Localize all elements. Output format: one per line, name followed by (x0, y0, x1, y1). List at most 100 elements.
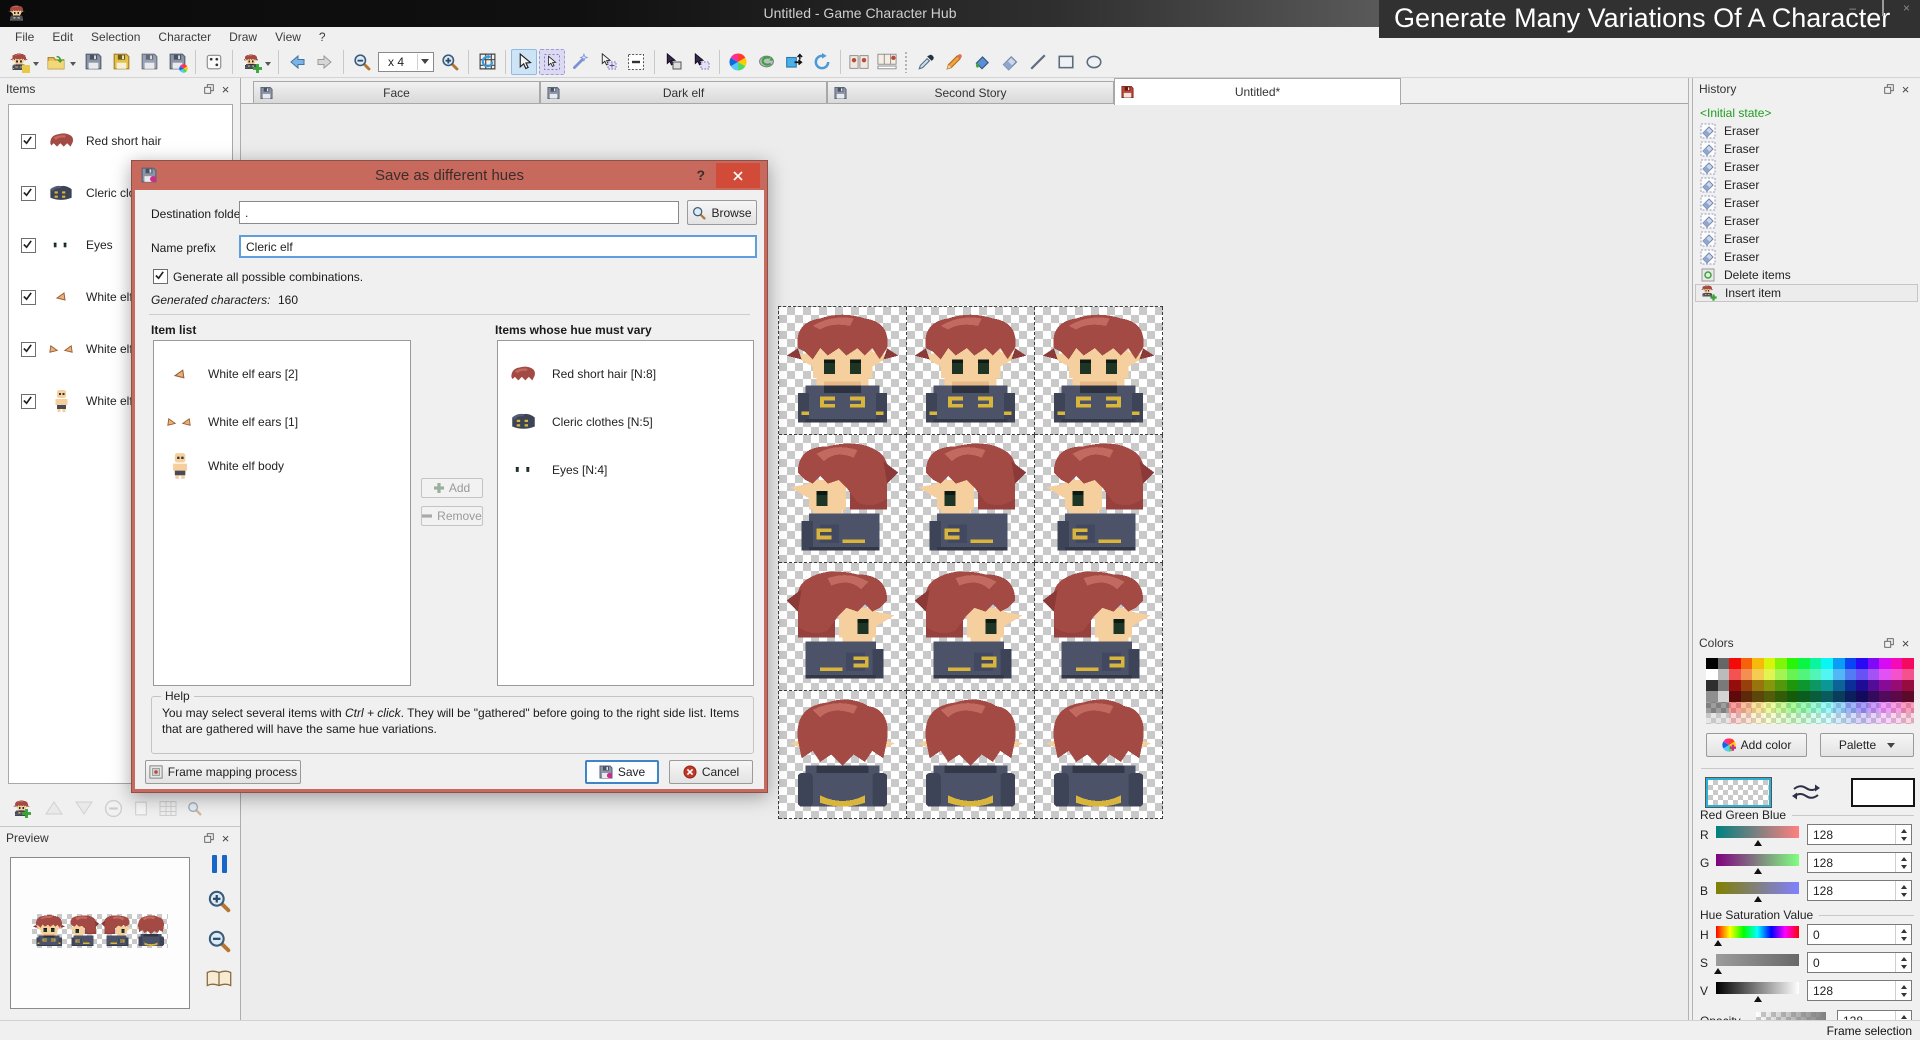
palette-color[interactable] (1891, 669, 1903, 680)
palette-color[interactable] (1787, 658, 1799, 669)
palette-color[interactable] (1810, 669, 1822, 680)
h-spinbox[interactable]: 0 (1807, 924, 1912, 945)
b-slider[interactable] (1716, 882, 1799, 894)
palette-color[interactable] (1902, 669, 1914, 680)
insert-dropdown-caret[interactable] (265, 62, 271, 69)
palette-color[interactable] (1845, 713, 1857, 724)
palette-color[interactable] (1764, 691, 1776, 702)
history-entry[interactable]: Eraser (1695, 194, 1918, 212)
tool-move-frame[interactable] (660, 49, 686, 75)
preview-zoom-in-button[interactable] (207, 889, 231, 913)
insert-item-button[interactable] (238, 49, 264, 75)
new-dropdown-caret[interactable] (33, 62, 39, 69)
browse-button[interactable]: Browse (687, 200, 757, 225)
menu-help[interactable]: ? (310, 30, 335, 44)
palette-color[interactable] (1833, 691, 1845, 702)
palette-color[interactable] (1775, 680, 1787, 691)
spin-down-icon[interactable] (1901, 837, 1907, 844)
palette-color[interactable] (1902, 702, 1914, 713)
palette-color[interactable] (1833, 658, 1845, 669)
move-up-button[interactable] (44, 800, 64, 816)
palette-color[interactable] (1856, 658, 1868, 669)
save-hues-button[interactable] (164, 49, 190, 75)
list-item[interactable]: White elf ears [2] (162, 355, 406, 393)
move-tool-button[interactable] (781, 49, 807, 75)
palette-color[interactable] (1718, 669, 1730, 680)
color-wheel-button[interactable] (725, 49, 751, 75)
palette-color[interactable] (1868, 669, 1880, 680)
palette-color[interactable] (1879, 658, 1891, 669)
sprite-cell-back[interactable] (779, 691, 907, 819)
close-panel-icon[interactable]: × (1897, 81, 1914, 97)
palette-color[interactable] (1879, 702, 1891, 713)
palette-color[interactable] (1833, 713, 1845, 724)
swap-colors-icon[interactable] (1791, 782, 1821, 802)
checkbox[interactable] (21, 290, 36, 305)
float-panel-icon[interactable] (1880, 635, 1897, 651)
menu-file[interactable]: File (6, 30, 43, 44)
palette-color[interactable] (1833, 702, 1845, 713)
name-prefix-input[interactable]: Cleric elf (239, 235, 757, 258)
spin-up-icon[interactable] (1901, 854, 1907, 861)
palette-color[interactable] (1891, 658, 1903, 669)
spin-down-icon[interactable] (1901, 965, 1907, 972)
palette-color[interactable] (1821, 658, 1833, 669)
b-spinbox[interactable]: 128 (1807, 880, 1912, 901)
palette-color[interactable] (1752, 713, 1764, 724)
s-slider[interactable] (1716, 954, 1799, 966)
palette-color[interactable] (1775, 669, 1787, 680)
palette-color[interactable] (1729, 702, 1741, 713)
palette-color[interactable] (1718, 680, 1730, 691)
history-entry[interactable]: Eraser (1695, 140, 1918, 158)
tool-eyedropper[interactable] (913, 49, 939, 75)
maximize-button[interactable] (1882, 2, 1884, 14)
menu-view[interactable]: View (266, 30, 310, 44)
dialog-titlebar[interactable]: Save as different hues ? (132, 161, 767, 190)
palette-color[interactable] (1856, 669, 1868, 680)
menu-draw[interactable]: Draw (220, 30, 266, 44)
palette-color[interactable] (1821, 669, 1833, 680)
v-slider[interactable] (1716, 982, 1799, 994)
remove-item-button[interactable] (104, 799, 123, 818)
checkbox[interactable] (21, 342, 36, 357)
spin-down-icon[interactable] (1901, 937, 1907, 944)
zoom-in-button[interactable] (437, 49, 463, 75)
palette-color[interactable] (1833, 680, 1845, 691)
duplicate-item-button[interactable] (133, 800, 149, 817)
palette-color[interactable] (1845, 669, 1857, 680)
tool-fill[interactable] (969, 49, 995, 75)
menu-selection[interactable]: Selection (82, 30, 149, 44)
tool-rectangle[interactable] (1053, 49, 1079, 75)
rotate-tool-button[interactable] (809, 49, 835, 75)
palette-color[interactable] (1833, 669, 1845, 680)
palette-color[interactable] (1810, 702, 1822, 713)
pause-button[interactable] (212, 855, 227, 873)
tab-untitled[interactable]: Untitled* (1114, 78, 1401, 105)
palette-color[interactable] (1741, 680, 1753, 691)
preview-zoom-out-button[interactable] (207, 929, 231, 953)
palette-color[interactable] (1810, 713, 1822, 724)
palette-color[interactable] (1787, 713, 1799, 724)
palette-color[interactable] (1752, 680, 1764, 691)
palette-color[interactable] (1879, 680, 1891, 691)
slider-marker[interactable] (1714, 936, 1722, 946)
add-button[interactable]: Add (421, 478, 483, 498)
list-item[interactable]: White elf body (162, 447, 406, 485)
sprite-cell-left[interactable] (907, 435, 1035, 563)
palette-color[interactable] (1764, 658, 1776, 669)
spin-up-icon[interactable] (1901, 982, 1907, 989)
palette-color[interactable] (1891, 702, 1903, 713)
save-copy-button[interactable] (136, 49, 162, 75)
palette-color[interactable] (1752, 702, 1764, 713)
grid-settings-button[interactable] (474, 49, 500, 75)
tab-dark-elf[interactable]: Dark elf (540, 81, 827, 104)
close-button[interactable]: × (1903, 2, 1910, 14)
history-entry-initial[interactable]: <Initial state> (1695, 104, 1918, 122)
palette-color[interactable] (1879, 669, 1891, 680)
tool-select[interactable] (511, 49, 537, 75)
item-list-box[interactable]: White elf ears [2] White elf ears [1] Wh… (153, 340, 411, 686)
slider-marker[interactable] (1754, 992, 1762, 1002)
sprite-cell-front[interactable] (779, 307, 907, 435)
r-spinbox[interactable]: 128 (1807, 824, 1912, 845)
minimize-button[interactable]: – (1849, 2, 1856, 14)
